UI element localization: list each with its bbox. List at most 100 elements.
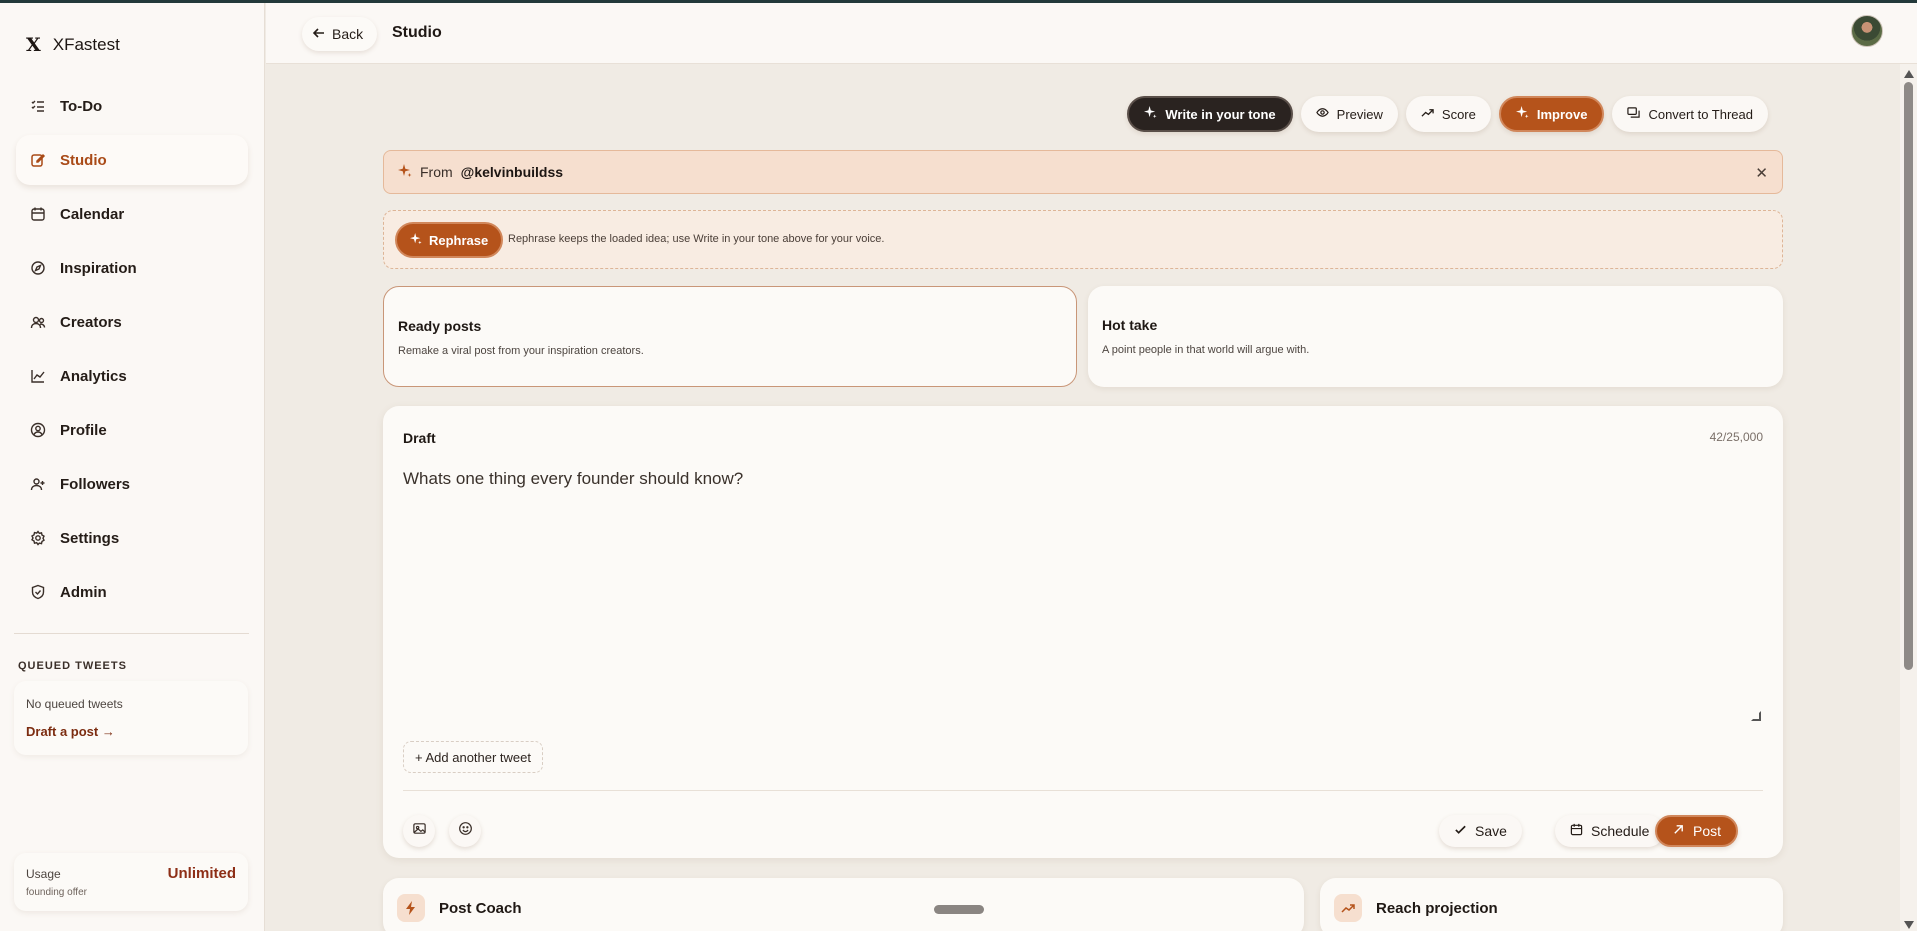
back-label: Back bbox=[332, 26, 364, 42]
usage-card: Usage founding offer Unlimited bbox=[14, 853, 248, 911]
rephrase-label: Rephrase bbox=[429, 232, 489, 248]
convert-to-thread-button[interactable]: Convert to Thread bbox=[1612, 96, 1768, 132]
list-check-icon bbox=[30, 98, 46, 114]
studio-toolbar: Write in your tone Preview Score Improve… bbox=[1127, 96, 1768, 132]
gear-icon bbox=[30, 530, 46, 546]
smiley-icon bbox=[458, 821, 473, 841]
improve-label: Improve bbox=[1536, 106, 1588, 122]
sidebar-item-label: Analytics bbox=[60, 367, 127, 385]
sidebar-item-creators[interactable]: Creators bbox=[16, 297, 248, 347]
usage-value: Unlimited bbox=[167, 865, 236, 882]
sidebar-item-todo[interactable]: To-Do bbox=[16, 81, 248, 131]
source-handle[interactable]: @kelvinbuildss bbox=[461, 164, 563, 180]
trend-up-icon bbox=[1421, 106, 1434, 122]
shield-icon bbox=[30, 584, 46, 600]
mode-description: A point people in that world will argue … bbox=[1102, 344, 1310, 356]
write-in-tone-label: Write in your tone bbox=[1165, 106, 1276, 122]
add-emoji-button[interactable] bbox=[449, 815, 481, 847]
drag-handle[interactable] bbox=[934, 905, 984, 914]
sidebar-divider bbox=[14, 633, 249, 634]
image-icon bbox=[412, 821, 427, 841]
scroll-up-icon[interactable] bbox=[1904, 70, 1914, 78]
schedule-label: Schedule bbox=[1591, 823, 1650, 839]
post-coach-title: Post Coach bbox=[439, 900, 522, 917]
sidebar-item-label: To-Do bbox=[60, 97, 103, 115]
rephrase-panel: Rephrase Rephrase keeps the loaded idea;… bbox=[383, 210, 1783, 269]
sidebar-item-followers[interactable]: Followers bbox=[16, 459, 248, 509]
queued-tweets-title: QUEUED TWEETS bbox=[18, 660, 127, 672]
mode-card-hot-take[interactable]: Hot take A point people in that world wi… bbox=[1088, 286, 1783, 387]
character-count: 42/25,000 bbox=[1709, 430, 1763, 444]
draft-divider bbox=[403, 790, 1763, 791]
draft-editor-card: Draft 42/25,000 Whats one thing every fo… bbox=[383, 406, 1783, 858]
post-button[interactable]: Post bbox=[1655, 815, 1739, 847]
sidebar-item-settings[interactable]: Settings bbox=[16, 513, 248, 563]
arrow-left-icon bbox=[312, 26, 326, 43]
sparkle-icon bbox=[1144, 106, 1157, 122]
resize-handle[interactable] bbox=[1751, 711, 1761, 721]
brand-name: XFastest bbox=[52, 35, 120, 54]
users-icon bbox=[30, 314, 46, 330]
add-image-button[interactable] bbox=[403, 815, 435, 847]
post-coach-card[interactable]: Post Coach bbox=[383, 878, 1304, 931]
close-icon[interactable]: ✕ bbox=[1755, 164, 1768, 182]
save-button[interactable]: Save bbox=[1439, 815, 1522, 847]
source-prefix: From bbox=[420, 164, 453, 180]
trend-up-icon bbox=[1334, 894, 1362, 922]
sidebar-item-calendar[interactable]: Calendar bbox=[16, 189, 248, 239]
sidebar: X XFastest To-Do Studio Calendar Inspira… bbox=[0, 3, 265, 931]
draft-post-link[interactable]: Draft a post → bbox=[26, 724, 115, 739]
sidebar-item-admin[interactable]: Admin bbox=[16, 567, 248, 617]
sidebar-item-profile[interactable]: Profile bbox=[16, 405, 248, 455]
scroll-down-icon[interactable] bbox=[1904, 921, 1914, 929]
mode-card-ready-posts[interactable]: Ready posts Remake a viral post from you… bbox=[383, 286, 1077, 387]
reach-projection-card[interactable]: Reach projection bbox=[1320, 878, 1783, 931]
score-button[interactable]: Score bbox=[1405, 96, 1491, 132]
post-label: Post bbox=[1693, 823, 1722, 839]
sparkle-icon bbox=[1515, 106, 1529, 122]
mode-description: Remake a viral post from your inspiratio… bbox=[398, 345, 644, 357]
sidebar-item-analytics[interactable]: Analytics bbox=[16, 351, 248, 401]
compass-icon bbox=[30, 260, 46, 276]
convert-label: Convert to Thread bbox=[1648, 106, 1753, 122]
preview-label: Preview bbox=[1336, 106, 1383, 122]
studio-main: Write in your tone Preview Score Improve… bbox=[266, 64, 1900, 931]
schedule-button[interactable]: Schedule bbox=[1555, 815, 1665, 847]
sidebar-item-label: Studio bbox=[60, 151, 107, 169]
edit-icon bbox=[30, 152, 46, 168]
reach-projection-title: Reach projection bbox=[1376, 900, 1498, 917]
sidebar-item-label: Profile bbox=[60, 421, 107, 439]
page-title: Studio bbox=[392, 24, 442, 41]
bolt-icon bbox=[397, 894, 425, 922]
sparkle-icon bbox=[398, 163, 412, 181]
calendar-icon bbox=[30, 206, 46, 222]
scroll-thumb[interactable] bbox=[1904, 82, 1913, 670]
sidebar-item-label: Admin bbox=[60, 583, 107, 601]
draft-textarea[interactable]: Whats one thing every founder should kno… bbox=[403, 469, 743, 489]
usage-label: Usage bbox=[26, 867, 61, 881]
sidebar-item-inspiration[interactable]: Inspiration bbox=[16, 243, 248, 293]
draft-label: Draft bbox=[403, 430, 436, 446]
sparkle-icon bbox=[410, 232, 422, 248]
user-plus-icon bbox=[30, 476, 46, 492]
rephrase-button[interactable]: Rephrase bbox=[395, 222, 504, 258]
avatar[interactable] bbox=[1851, 15, 1883, 47]
mode-title: Ready posts bbox=[398, 318, 482, 334]
page-scrollbar[interactable] bbox=[1900, 64, 1917, 931]
sidebar-item-studio[interactable]: Studio bbox=[16, 135, 248, 185]
add-tweet-button[interactable]: + Add another tweet bbox=[403, 741, 544, 773]
eye-icon bbox=[1315, 106, 1329, 122]
back-button[interactable]: Back bbox=[302, 17, 378, 51]
page-header: Back Studio bbox=[266, 3, 1917, 64]
chart-line-icon bbox=[30, 368, 46, 384]
improve-button[interactable]: Improve bbox=[1498, 96, 1605, 132]
sidebar-nav: To-Do Studio Calendar Inspiration Creato… bbox=[16, 81, 248, 621]
write-in-tone-button[interactable]: Write in your tone bbox=[1127, 96, 1293, 132]
usage-subtitle: founding offer bbox=[26, 887, 87, 898]
sidebar-item-label: Calendar bbox=[60, 205, 125, 223]
sidebar-item-label: Inspiration bbox=[60, 259, 137, 277]
brand-logo: X bbox=[26, 34, 41, 56]
brand[interactable]: X XFastest bbox=[26, 34, 120, 56]
preview-button[interactable]: Preview bbox=[1300, 96, 1398, 132]
source-banner: From @kelvinbuildss ✕ bbox=[383, 150, 1783, 194]
